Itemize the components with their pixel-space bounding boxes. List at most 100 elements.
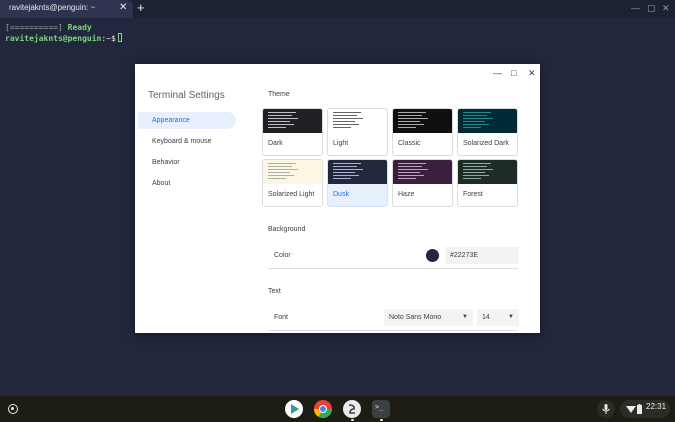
preview-line xyxy=(398,121,420,122)
preview-line xyxy=(463,115,487,116)
terminal-tab[interactable]: ravitejaknts@penguin: ~ ✕ xyxy=(0,0,133,18)
window-maximize-button[interactable]: ▢ xyxy=(647,2,656,14)
preview-line xyxy=(268,115,292,116)
preview-text-lines xyxy=(268,163,298,181)
theme-name: Dark xyxy=(268,140,283,147)
theme-card-dark[interactable]: Dark xyxy=(262,108,323,156)
dialog-minimize-button[interactable]: — xyxy=(493,67,502,79)
preview-line xyxy=(463,175,489,176)
terminal-prompt-line[interactable]: ravitejaknts@penguin:~$ xyxy=(5,33,122,44)
theme-preview xyxy=(263,160,322,184)
prompt-user-host: ravitejaknts@penguin xyxy=(5,34,102,43)
chrome-icon[interactable] xyxy=(314,400,332,419)
terminal-cursor xyxy=(117,33,122,42)
font-size-value: 14 xyxy=(482,314,490,321)
theme-card-solarized-light[interactable]: Solarized Light xyxy=(262,159,323,207)
preview-line xyxy=(463,118,493,119)
theme-card-forest[interactable]: Forest xyxy=(457,159,518,207)
theme-preview xyxy=(328,109,387,133)
battery-icon xyxy=(637,404,642,414)
theme-name: Light xyxy=(333,140,349,147)
preview-line xyxy=(268,127,286,128)
theme-preview xyxy=(458,109,517,133)
chevron-down-icon: ▼ xyxy=(508,314,514,320)
preview-text-lines xyxy=(333,112,363,130)
preview-line xyxy=(398,124,424,125)
theme-card-solarized-dark[interactable]: Solarized Dark xyxy=(457,108,518,156)
font-label: Font xyxy=(274,314,289,321)
launcher-button[interactable] xyxy=(8,404,18,414)
preview-text-lines xyxy=(333,163,363,181)
font-select[interactable]: Noto Sans Mono ▼ xyxy=(384,309,473,326)
font-select-value: Noto Sans Mono xyxy=(389,314,442,321)
preview-line xyxy=(398,112,426,113)
preview-text-lines xyxy=(268,112,298,130)
preview-line xyxy=(398,127,416,128)
preview-line xyxy=(268,172,290,173)
mic-icon[interactable] xyxy=(597,400,615,418)
preview-line xyxy=(463,172,485,173)
shelf: >_ 22:31 xyxy=(0,396,675,422)
progress-bar-text: [==========] xyxy=(5,23,63,32)
terminal-app-icon[interactable]: >_ xyxy=(372,400,390,418)
settings-title: Terminal Settings xyxy=(148,90,225,101)
nav-item-appearance[interactable]: Appearance xyxy=(138,112,236,129)
dialog-close-button[interactable]: ✕ xyxy=(528,67,536,79)
theme-card-classic[interactable]: Classic xyxy=(392,108,453,156)
theme-card-dusk[interactable]: Dusk xyxy=(327,159,388,207)
preview-line xyxy=(398,175,424,176)
window-minimize-button[interactable]: — xyxy=(631,2,640,14)
play-store-icon[interactable] xyxy=(285,400,303,418)
tab-close-icon[interactable]: ✕ xyxy=(119,2,127,14)
divider xyxy=(268,330,518,331)
preview-line xyxy=(398,169,428,170)
preview-line xyxy=(333,166,357,167)
preview-line xyxy=(463,124,489,125)
preview-line xyxy=(268,166,292,167)
terminal-glyph: >_ xyxy=(375,403,384,411)
preview-line xyxy=(268,163,296,164)
app-icon[interactable] xyxy=(343,400,361,418)
window-close-button[interactable]: ✕ xyxy=(662,2,670,14)
preview-line xyxy=(333,124,359,125)
dialog-maximize-button[interactable]: □ xyxy=(511,67,516,79)
running-indicator xyxy=(351,419,354,421)
preview-text-lines xyxy=(398,163,428,181)
preview-line xyxy=(268,178,286,179)
preview-line xyxy=(463,127,481,128)
preview-line xyxy=(463,166,487,167)
theme-card-light[interactable]: Light xyxy=(327,108,388,156)
theme-name: Solarized Dark xyxy=(463,140,509,147)
color-swatch[interactable] xyxy=(426,249,439,262)
theme-card-haze[interactable]: Haze xyxy=(392,159,453,207)
theme-preview xyxy=(328,160,387,184)
new-tab-button[interactable]: + xyxy=(137,1,145,15)
theme-preview xyxy=(393,160,452,184)
font-size-select[interactable]: 14 ▼ xyxy=(477,309,519,326)
nav-item-about[interactable]: About xyxy=(138,175,236,192)
preview-text-lines xyxy=(463,163,493,181)
terminal-settings-dialog: — □ ✕ Terminal Settings Appearance Keybo… xyxy=(135,64,540,333)
preview-line xyxy=(333,175,359,176)
nav-item-behavior[interactable]: Behavior xyxy=(138,154,236,171)
running-indicator xyxy=(380,419,383,421)
preview-line xyxy=(398,172,420,173)
terminal-line-1: [==========] Ready xyxy=(5,23,92,33)
tab-title: ravitejaknts@penguin: ~ xyxy=(9,3,96,12)
ready-status: Ready xyxy=(67,23,92,32)
preview-line xyxy=(463,112,491,113)
preview-line xyxy=(398,178,416,179)
chevron-down-icon: ▼ xyxy=(462,314,468,320)
prompt-path: :~$ xyxy=(101,34,116,43)
preview-line xyxy=(463,121,485,122)
preview-line xyxy=(268,175,294,176)
preview-line xyxy=(268,112,296,113)
preview-line xyxy=(333,118,363,119)
divider xyxy=(268,268,518,269)
color-value-input[interactable]: #22273E xyxy=(445,247,519,264)
preview-line xyxy=(333,112,361,113)
nav-item-keyboard-mouse[interactable]: Keyboard & mouse xyxy=(138,133,236,150)
preview-line xyxy=(268,124,294,125)
preview-line xyxy=(333,163,361,164)
theme-name: Dusk xyxy=(333,191,349,198)
